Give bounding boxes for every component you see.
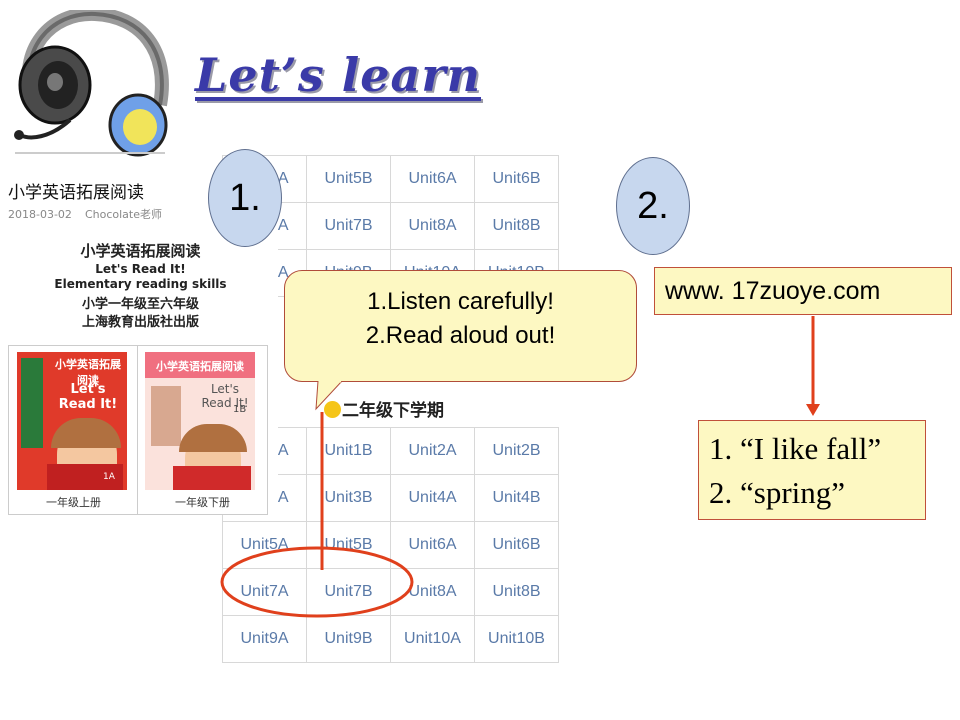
answer-line: 2. “spring” (709, 475, 846, 510)
highlight-ellipse (220, 546, 414, 618)
website-box: www. 17zuoye.com (654, 267, 952, 315)
answer-box: 1. “I like fall” 2. “spring” (698, 420, 926, 520)
annotation-overlay (220, 316, 820, 618)
arrow-head (806, 404, 820, 416)
answer-line: 1. “I like fall” (709, 431, 882, 466)
